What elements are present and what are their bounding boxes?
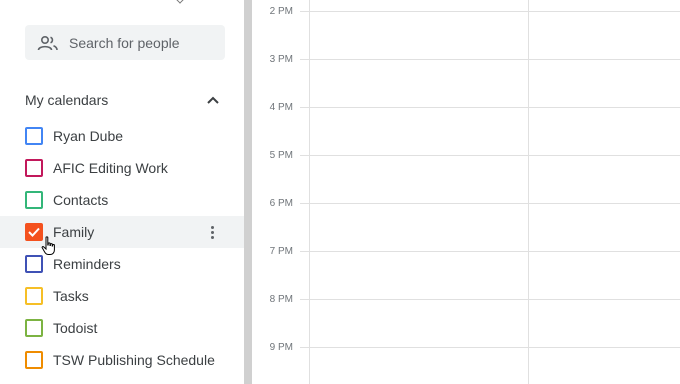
more-options-icon[interactable] (202, 222, 222, 242)
hour-label: 3 PM (269, 54, 293, 65)
chevron-up-icon[interactable] (201, 88, 225, 112)
hour-gridline (300, 11, 680, 12)
hour-label: 5 PM (269, 150, 293, 161)
hour-label: 8 PM (269, 294, 293, 305)
hour-gridline (300, 203, 680, 204)
checkbox-icon[interactable] (25, 159, 43, 177)
calendar-item-label: Family (53, 224, 95, 240)
hour-label: 2 PM (269, 6, 293, 17)
checkbox-icon[interactable] (25, 191, 43, 209)
calendar-item[interactable]: Family (0, 216, 244, 248)
day-column-divider (528, 0, 529, 384)
hour-gridline (300, 347, 680, 348)
checkbox-icon[interactable] (25, 255, 43, 273)
sidebar-divider (244, 0, 252, 384)
calendar-item[interactable]: Todoist (0, 312, 244, 344)
my-calendars-title: My calendars (25, 92, 109, 108)
hand-cursor-icon (41, 236, 57, 256)
search-placeholder: Search for people (69, 34, 180, 51)
calendar-item-label: Todoist (53, 320, 98, 336)
my-calendars-header[interactable]: My calendars (25, 88, 225, 112)
calendar-item[interactable]: Ryan Dube (0, 120, 244, 152)
day-column-divider (309, 0, 310, 384)
calendar-list: Ryan Dube AFIC Editing Work Contacts Family… (0, 120, 244, 376)
calendar-item[interactable]: AFIC Editing Work (0, 152, 244, 184)
hour-gridline (300, 299, 680, 300)
hour-gridline (300, 59, 680, 60)
hour-gridline (300, 107, 680, 108)
checkbox-icon[interactable] (25, 127, 43, 145)
hour-label: 4 PM (269, 102, 293, 113)
hour-label: 6 PM (269, 198, 293, 209)
calendar-item-label: AFIC Editing Work (53, 160, 168, 176)
calendar-item[interactable]: Reminders (0, 248, 244, 280)
calendar-item-label: Reminders (53, 256, 121, 272)
hour-label: 7 PM (269, 246, 293, 257)
hour-label: 9 PM (269, 342, 293, 353)
calendar-item[interactable]: Contacts (0, 184, 244, 216)
checkbox-icon[interactable] (25, 319, 43, 337)
calendar-item[interactable]: Tasks (0, 280, 244, 312)
calendar-item-label: Ryan Dube (53, 128, 124, 144)
hour-gridline (300, 251, 680, 252)
calendar-item-label: TSW Publishing Schedule (53, 352, 215, 368)
calendar-item-label: Tasks (53, 288, 89, 304)
search-people-input[interactable]: Search for people (25, 25, 225, 60)
calendar-time-grid[interactable]: 2 PM 3 PM 4 PM 5 PM 6 PM 7 PM 8 PM 9 PM (252, 0, 680, 384)
calendar-item[interactable]: TSW Publishing Schedule (0, 344, 244, 376)
people-icon (37, 35, 59, 51)
calendar-item-label: Contacts (53, 192, 109, 208)
checkbox-icon[interactable] (25, 287, 43, 305)
chevron-icon[interactable] (174, 0, 186, 4)
sidebar: Search for people My calendars Ryan Dube… (0, 0, 244, 384)
hour-gridline (300, 155, 680, 156)
checkbox-icon[interactable] (25, 351, 43, 369)
